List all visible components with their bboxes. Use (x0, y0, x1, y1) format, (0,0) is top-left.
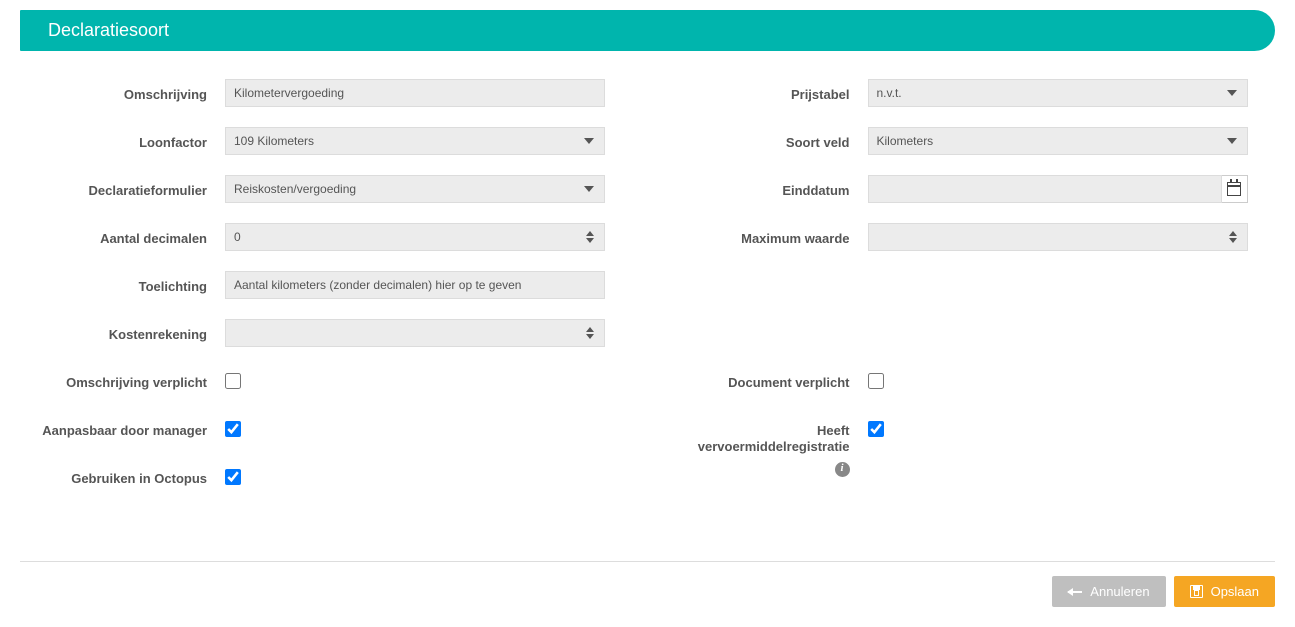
kostenrekening-label: Kostenrekening (20, 319, 225, 343)
aantal-decimalen-spinner[interactable]: 0 (225, 223, 605, 251)
soort-veld-select[interactable]: Kilometers (868, 127, 1248, 155)
loonfactor-label: Loonfactor (20, 127, 225, 151)
omschrijving-label: Omschrijving (20, 79, 225, 103)
chevron-down-icon (584, 186, 594, 192)
octopus-checkbox[interactable] (225, 469, 241, 485)
spinner-up-icon[interactable] (1229, 231, 1237, 236)
aantal-decimalen-value: 0 (234, 230, 241, 244)
actions-bar: Annuleren Opslaan (0, 576, 1295, 627)
toelichting-label: Toelichting (20, 271, 225, 295)
chevron-down-icon (1227, 138, 1237, 144)
einddatum-label: Einddatum (663, 175, 868, 199)
loonfactor-value: 109 Kilometers (234, 134, 314, 148)
omschrijving-value: Kilometervergoeding (234, 86, 344, 100)
save-icon (1190, 585, 1203, 598)
left-column: Omschrijving Kilometervergoeding Loonfac… (20, 79, 633, 511)
maximum-waarde-label: Maximum waarde (663, 223, 868, 247)
prijstabel-select[interactable]: n.v.t. (868, 79, 1248, 107)
document-verplicht-checkbox[interactable] (868, 373, 884, 389)
spinner-down-icon[interactable] (586, 238, 594, 243)
einddatum-picker-button[interactable] (1222, 175, 1248, 203)
right-column: Prijstabel n.v.t. Soort veld Kilometers (663, 79, 1276, 511)
arrow-left-icon (1068, 591, 1082, 593)
cancel-button[interactable]: Annuleren (1052, 576, 1165, 607)
vervoermiddel-label: Heeft vervoermiddelregistratie i (663, 415, 868, 477)
aanpasbaar-checkbox[interactable] (225, 421, 241, 437)
declaratieformulier-value: Reiskosten/vergoeding (234, 182, 356, 196)
save-button[interactable]: Opslaan (1174, 576, 1275, 607)
soort-veld-label: Soort veld (663, 127, 868, 151)
cancel-label: Annuleren (1090, 584, 1149, 599)
toelichting-value: Aantal kilometers (zonder decimalen) hie… (234, 278, 521, 292)
omschrijving-verplicht-checkbox[interactable] (225, 373, 241, 389)
kostenrekening-spinner[interactable] (225, 319, 605, 347)
form-area: Omschrijving Kilometervergoeding Loonfac… (0, 79, 1295, 531)
save-label: Opslaan (1211, 584, 1259, 599)
calendar-icon (1227, 182, 1241, 196)
einddatum-input[interactable] (868, 175, 1222, 203)
info-icon[interactable]: i (835, 462, 850, 477)
octopus-label: Gebruiken in Octopus (20, 463, 225, 487)
aantal-decimalen-label: Aantal decimalen (20, 223, 225, 247)
omschrijving-verplicht-label: Omschrijving verplicht (20, 367, 225, 391)
loonfactor-select[interactable]: 109 Kilometers (225, 127, 605, 155)
spinner-up-icon[interactable] (586, 327, 594, 332)
vervoermiddel-checkbox[interactable] (868, 421, 884, 437)
page-header: Declaratiesoort (20, 10, 1275, 51)
declaratieformulier-select[interactable]: Reiskosten/vergoeding (225, 175, 605, 203)
prijstabel-label: Prijstabel (663, 79, 868, 103)
chevron-down-icon (1227, 90, 1237, 96)
aanpasbaar-label: Aanpasbaar door manager (20, 415, 225, 439)
spinner-down-icon[interactable] (586, 334, 594, 339)
maximum-waarde-spinner[interactable] (868, 223, 1248, 251)
document-verplicht-label: Document verplicht (663, 367, 868, 391)
divider (20, 561, 1275, 562)
prijstabel-value: n.v.t. (877, 86, 902, 100)
page-title: Declaratiesoort (48, 20, 169, 40)
soort-veld-value: Kilometers (877, 134, 934, 148)
spinner-up-icon[interactable] (586, 231, 594, 236)
declaratieformulier-label: Declaratieformulier (20, 175, 225, 199)
toelichting-input[interactable]: Aantal kilometers (zonder decimalen) hie… (225, 271, 605, 299)
chevron-down-icon (584, 138, 594, 144)
omschrijving-input[interactable]: Kilometervergoeding (225, 79, 605, 107)
spinner-down-icon[interactable] (1229, 238, 1237, 243)
